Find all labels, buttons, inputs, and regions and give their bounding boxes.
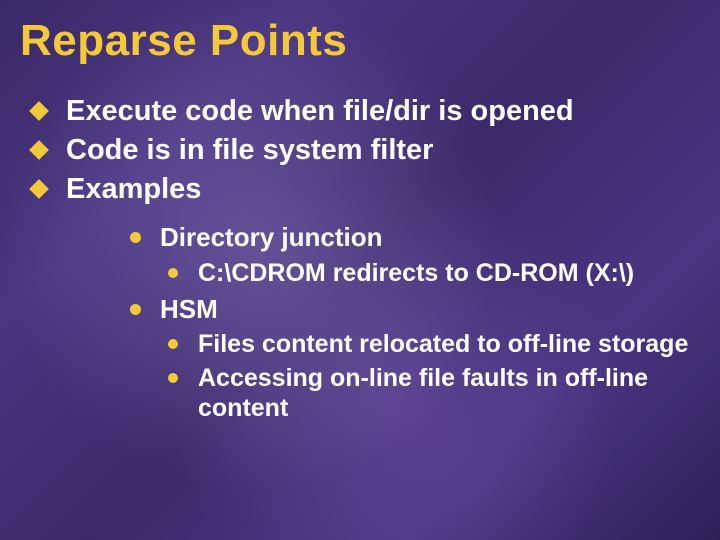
sub-sub-bullet-item: Files content relocated to off‑line stor… — [164, 329, 700, 359]
bullet-item: Code is in file system filter — [28, 133, 700, 168]
sub-bullet-item: Directory junction C:\CDROM redirects to… — [124, 222, 700, 287]
sub-sub-bullet-item: C:\CDROM redirects to CD-ROM (X:\) — [164, 258, 700, 288]
diamond-icon — [29, 101, 49, 121]
slide: Reparse Points Execute code when file/di… — [0, 0, 720, 540]
sub-bullet-text: Directory junction — [160, 222, 382, 252]
dot-icon — [130, 304, 141, 315]
sub-bullet-list: Directory junction C:\CDROM redirects to… — [124, 222, 700, 422]
bullet-item: Examples Directory junction C:\CDROM red… — [28, 172, 700, 423]
diamond-icon — [29, 179, 49, 199]
bullet-text: Examples — [66, 173, 201, 205]
sub-bullet-text: HSM — [160, 294, 218, 324]
dot-icon — [168, 339, 178, 349]
sub-sub-bullet-text: C:\CDROM redirects to CD-ROM (X:\) — [198, 259, 634, 287]
sub-sub-bullet-item: Accessing on‑line file faults in off‑lin… — [164, 363, 700, 423]
dot-icon — [168, 268, 178, 278]
sub-bullet-item: HSM Files content relocated to off‑line … — [124, 294, 700, 423]
sub-sub-bullet-list: C:\CDROM redirects to CD-ROM (X:\) — [164, 258, 700, 288]
sub-sub-bullet-list: Files content relocated to off‑line stor… — [164, 329, 700, 423]
diamond-icon — [29, 140, 49, 160]
main-bullet-list: Execute code when file/dir is opened Cod… — [28, 94, 700, 423]
slide-title: Reparse Points — [20, 16, 700, 66]
bullet-item: Execute code when file/dir is opened — [28, 94, 700, 129]
sub-sub-bullet-text: Accessing on‑line file faults in off‑lin… — [198, 364, 648, 422]
dot-icon — [168, 373, 178, 383]
bullet-text: Code is in file system filter — [66, 134, 433, 166]
dot-icon — [130, 232, 141, 243]
bullet-text: Execute code when file/dir is opened — [66, 95, 574, 127]
sub-sub-bullet-text: Files content relocated to off‑line stor… — [198, 330, 688, 358]
